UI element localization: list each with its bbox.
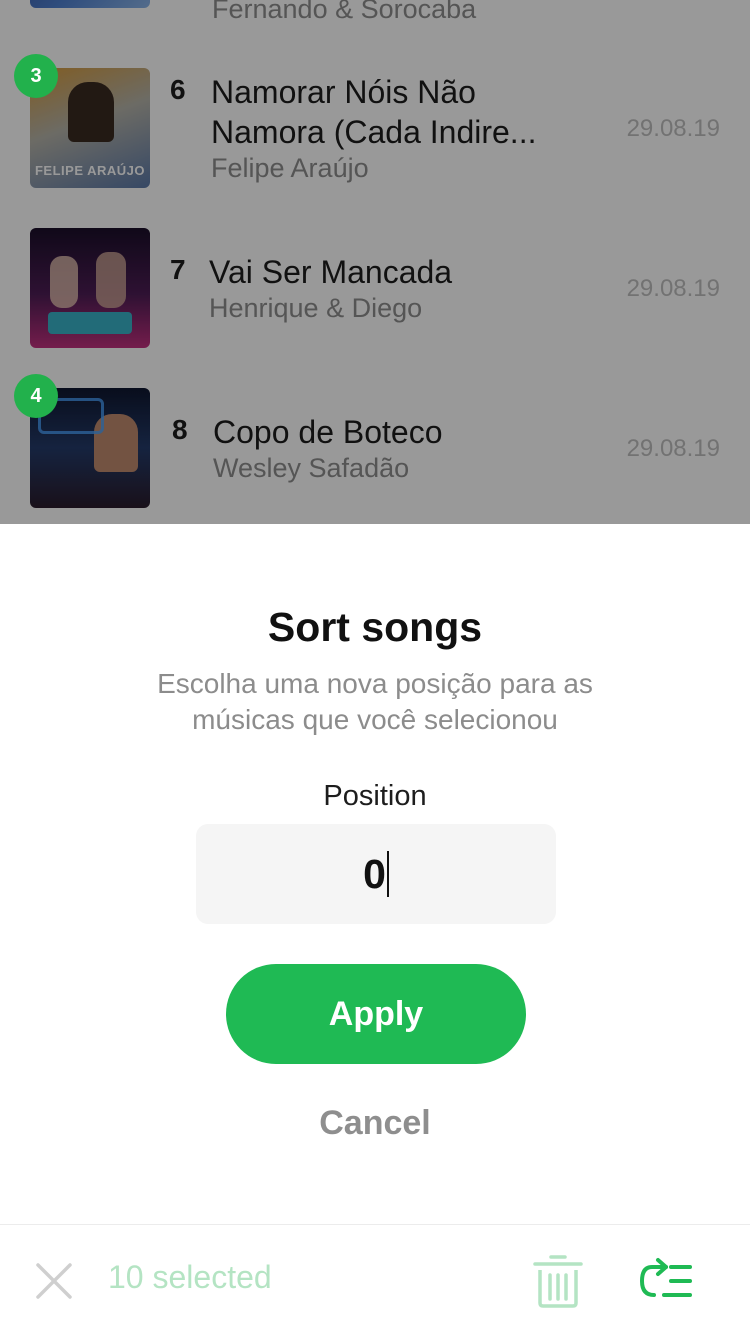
song-list: Fernando & Sorocaba 3 FELIPE ARAÚJO 6 Na… <box>0 0 750 524</box>
apply-button[interactable]: Apply <box>226 964 526 1064</box>
selected-count: 10 selected <box>108 1259 272 1295</box>
reorder-icon[interactable] <box>638 1257 694 1307</box>
trash-icon[interactable] <box>532 1253 584 1309</box>
text-caret <box>386 851 389 897</box>
sort-songs-sheet: Sort songs Escolha uma nova posição para… <box>0 524 750 1224</box>
sheet-title: Sort songs <box>267 604 483 650</box>
rank-badge: 4 <box>14 374 58 418</box>
close-icon[interactable] <box>34 1261 74 1301</box>
position-value: 0 <box>363 850 386 897</box>
position-input[interactable]: 0 <box>196 824 556 924</box>
selection-bar: 10 selected <box>0 1224 750 1335</box>
cancel-button[interactable]: Cancel <box>0 1104 750 1143</box>
dim-overlay[interactable] <box>0 0 750 524</box>
position-label: Position <box>323 780 427 812</box>
rank-badge: 3 <box>14 54 58 98</box>
sheet-subtitle: Escolha uma nova posição para as músicas… <box>157 668 593 735</box>
